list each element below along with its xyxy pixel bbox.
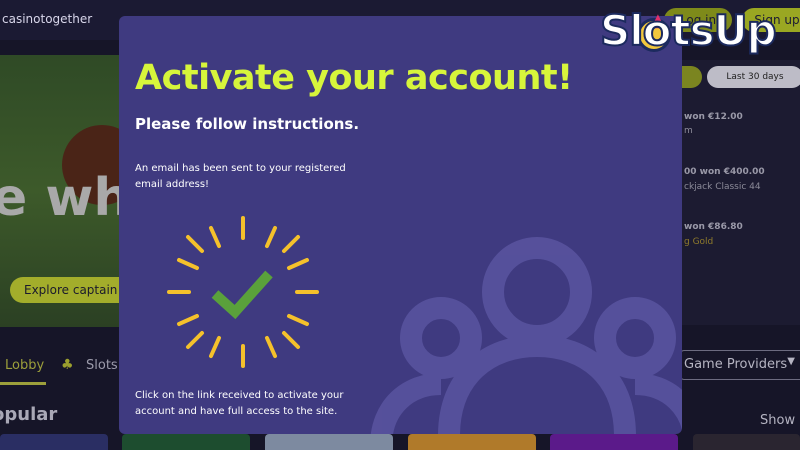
activation-instructions: Click on the link received to activate y… bbox=[135, 390, 344, 417]
game-thumbnail[interactable] bbox=[122, 434, 250, 450]
activate-account-modal: Activate your account! Please follow ins… bbox=[119, 16, 682, 434]
tab-lobby[interactable]: Lobby bbox=[5, 358, 44, 373]
hero-text: e who bbox=[0, 168, 122, 228]
win-amount: won €86.80 bbox=[684, 222, 743, 232]
brand-logo[interactable]: casinotogether bbox=[2, 12, 92, 26]
tab-lobby-underline bbox=[0, 382, 46, 385]
hero-banner: e who Explore captain bbox=[0, 55, 122, 327]
tab-period-active[interactable] bbox=[680, 66, 702, 88]
show-all-link[interactable]: Show bbox=[760, 413, 795, 428]
logo-text: SlotsUp bbox=[599, 5, 778, 56]
tab-last-30-days[interactable]: Last 30 days bbox=[707, 66, 800, 88]
email-sent-message: An email has been sent to your registere… bbox=[135, 163, 346, 190]
slotsup-watermark-logo: ▲ SlotsUp bbox=[596, 2, 796, 66]
game-thumbnail[interactable] bbox=[408, 434, 536, 450]
hero-explore-button[interactable]: Explore captain bbox=[10, 277, 122, 303]
game-thumbnail[interactable] bbox=[550, 434, 678, 450]
chevron-down-icon: ▼ bbox=[787, 356, 795, 367]
game-thumbnail[interactable] bbox=[693, 434, 800, 450]
game-providers-select[interactable]: Game Providers ▼ bbox=[680, 350, 800, 380]
cherry-icon: ♣ bbox=[61, 357, 74, 373]
modal-title: Activate your account! bbox=[135, 58, 573, 98]
win-amount: won €12.00 bbox=[684, 112, 743, 122]
modal-subtitle: Please follow instructions. bbox=[135, 115, 360, 133]
win-amount: 00 won €400.00 bbox=[684, 167, 765, 177]
wins-period-tabs: Last 30 days bbox=[680, 66, 800, 88]
tab-slots[interactable]: Slots bbox=[86, 358, 118, 373]
popular-heading: opular bbox=[0, 404, 58, 425]
recent-wins-panel bbox=[680, 60, 800, 325]
checkmark-icon bbox=[167, 216, 319, 368]
game-thumbnail[interactable] bbox=[0, 434, 108, 450]
game-thumbnail[interactable] bbox=[265, 434, 393, 450]
game-providers-label: Game Providers bbox=[684, 357, 788, 372]
win-game: ckjack Classic 44 bbox=[684, 182, 761, 192]
win-game: m bbox=[684, 126, 693, 136]
win-game: g Gold bbox=[684, 237, 714, 247]
